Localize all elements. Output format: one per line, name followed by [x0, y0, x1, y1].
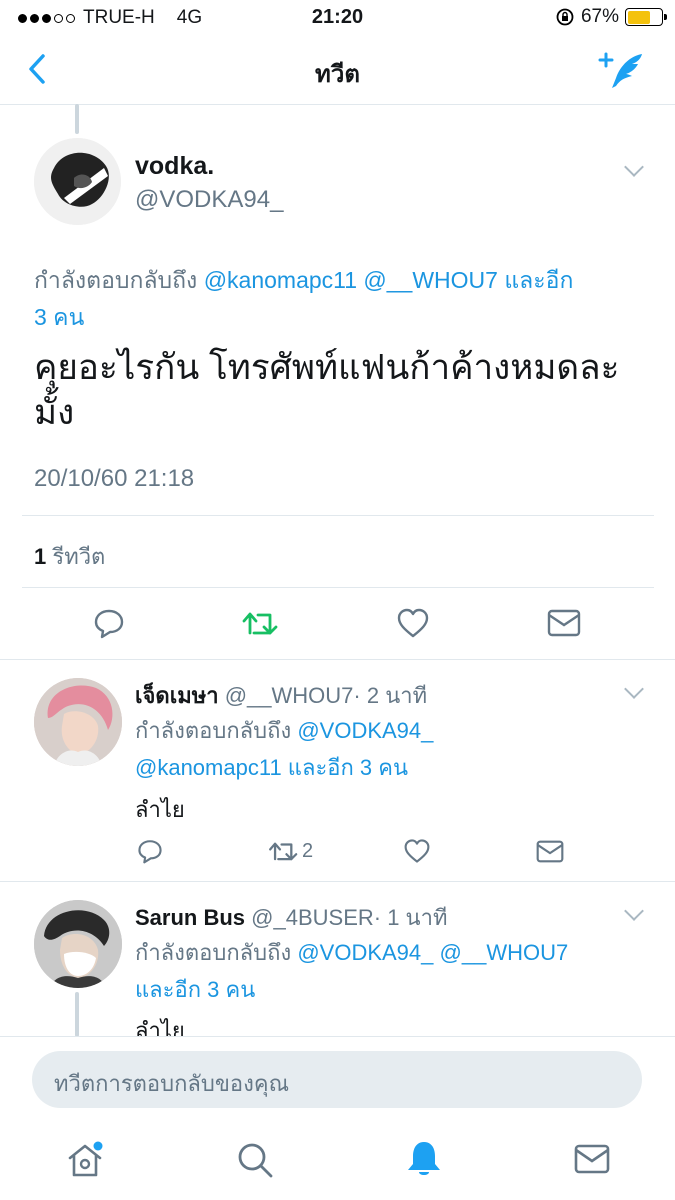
reply-header: Sarun Bus @_4BUSER· 1 นาที	[135, 900, 447, 935]
mention-link[interactable]: @VODKA94_	[297, 718, 433, 743]
reply-context-line[interactable]: @kanomapc11 และอีก 3 คน	[135, 749, 433, 786]
direct-message-icon[interactable]	[536, 840, 564, 863]
retweet-stats[interactable]: 1 รีทวีต	[34, 539, 105, 574]
reply-header: เจ็ดเมษา @__WHOU7· 2 นาที	[135, 678, 427, 713]
retweet-count: 1	[34, 544, 47, 569]
divider	[0, 659, 675, 660]
retweet-label: รีทวีต	[52, 544, 106, 569]
reply-time: · 2 นาที	[353, 683, 428, 708]
messages-icon[interactable]	[574, 1143, 610, 1175]
tweet-text-line: คุยอะไรกัน โทรศัพท์แฟนก้าค้างหมดละ	[34, 348, 620, 387]
reply-text: ลำไย	[135, 1018, 185, 1037]
profile-photo	[34, 678, 122, 766]
reply-more-count-link[interactable]: 3 คน	[34, 299, 84, 336]
battery-percent: 67%	[580, 6, 619, 27]
reply-context-line: กำลังตอบกลับถึง @VODKA94_	[135, 712, 433, 749]
nav-bar: ทวีต	[0, 36, 675, 105]
tab-bar	[0, 1125, 675, 1200]
reply-time: · 1 นาที	[373, 905, 448, 930]
reply-context-text: กำลังตอบกลับถึง @VODKA94_	[135, 718, 434, 743]
divider	[0, 881, 675, 882]
like-icon[interactable]	[396, 607, 430, 639]
reply-icon[interactable]	[137, 838, 163, 864]
author-handle[interactable]: @__WHOU7	[225, 683, 354, 708]
reply-context-line[interactable]: และอีก 3 คน	[135, 971, 568, 1008]
notifications-icon[interactable]	[405, 1139, 443, 1179]
reply-prefix: กำลังตอบกลับถึง	[34, 267, 198, 293]
status-bar: TRUE-H 4G 21:20 67%	[0, 0, 675, 36]
reply-text: ลำไย	[135, 797, 185, 822]
author-name[interactable]: vodka.	[135, 152, 214, 181]
reply-more-link[interactable]: และอีก	[504, 267, 573, 293]
tweet-text-line: มั้ง	[34, 393, 75, 432]
reply-input[interactable]: ทวีตการตอบกลับของคุณ	[32, 1051, 642, 1108]
profile-photo	[34, 138, 121, 225]
battery-info: 67%	[555, 6, 667, 28]
like-icon[interactable]	[403, 838, 431, 864]
home-icon[interactable]	[66, 1141, 104, 1179]
reply-handles-link[interactable]: @kanomapc11 @__WHOU7	[204, 267, 498, 293]
tweet-timestamp: 20/10/60 21:18	[34, 465, 195, 492]
reply-context-line: กำลังตอบกลับถึง @VODKA94_ @__WHOU7	[135, 940, 569, 965]
author-name[interactable]: Sarun Bus	[135, 905, 245, 930]
reply-input-placeholder: ทวีตการตอบกลับของคุณ	[54, 1071, 289, 1096]
retweet-count: 2	[302, 840, 314, 862]
new-content-dot	[93, 1141, 103, 1151]
chevron-down-icon[interactable]	[624, 157, 644, 177]
reply-context: กำลังตอบกลับถึง @VODKA94_ @kanomapc11 แล…	[135, 712, 433, 786]
chevron-down-icon[interactable]	[624, 901, 644, 921]
mention-link[interactable]: @VODKA94_	[297, 940, 433, 965]
thread-line	[75, 992, 79, 1037]
reply-icon[interactable]	[93, 607, 125, 639]
avatar[interactable]	[34, 900, 122, 988]
author-handle[interactable]: @VODKA94_	[135, 186, 283, 214]
retweet-icon[interactable]	[242, 607, 280, 639]
reply-context: กำลังตอบกลับถึง @VODKA94_ @__WHOU7 และอี…	[135, 934, 568, 1008]
avatar[interactable]	[34, 678, 122, 766]
avatar[interactable]	[34, 138, 121, 225]
mention-link[interactable]: @__WHOU7	[440, 940, 569, 965]
reply-context: กำลังตอบกลับถึง @kanomapc11 @__WHOU7 และ…	[34, 262, 644, 299]
thread-line	[75, 104, 79, 134]
direct-message-icon[interactable]	[547, 609, 581, 637]
tweet-text: คุยอะไรกัน โทรศัพท์แฟนก้าค้างหมดละ มั้ง	[34, 345, 654, 435]
search-icon[interactable]	[236, 1141, 274, 1179]
divider	[22, 587, 654, 588]
battery-icon	[625, 8, 667, 26]
author-name[interactable]: เจ็ดเมษา	[135, 683, 219, 708]
retweet-icon[interactable]	[268, 838, 300, 864]
reply-composer-bar: ทวีตการตอบกลับของคุณ	[0, 1036, 675, 1126]
compose-tweet-icon[interactable]	[598, 50, 646, 90]
chevron-down-icon[interactable]	[624, 679, 644, 699]
rotation-lock-icon	[556, 8, 574, 26]
divider	[22, 515, 654, 516]
page-title: ทวีต	[315, 61, 360, 88]
author-handle[interactable]: @_4BUSER	[251, 905, 374, 930]
profile-photo	[34, 900, 122, 988]
